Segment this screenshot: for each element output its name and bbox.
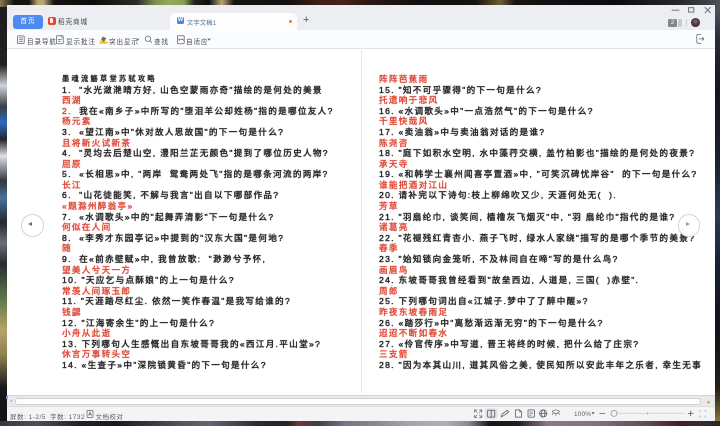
svg-text:100%: 100% [574,411,591,418]
